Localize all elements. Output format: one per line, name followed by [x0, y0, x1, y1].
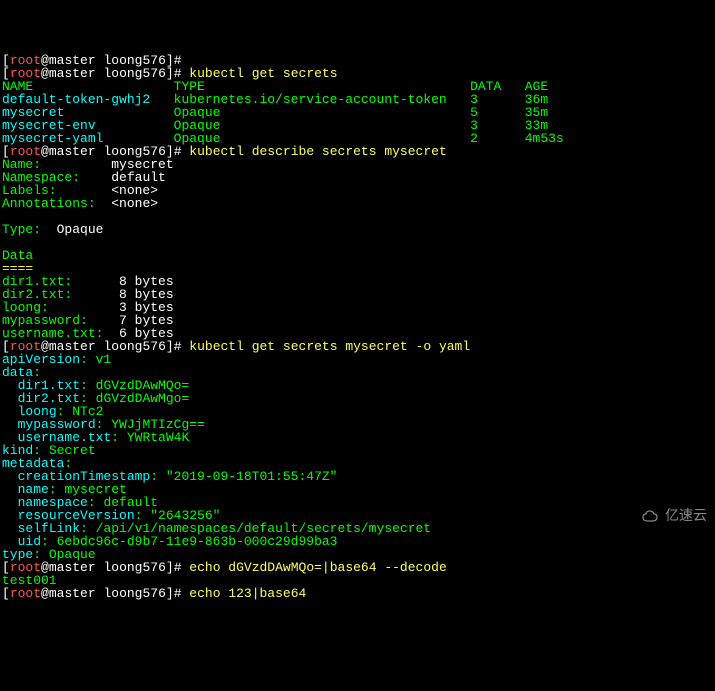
- prompt-line-5: [root@master loong576]#: [2, 586, 189, 601]
- command-4: echo dGVzdDAwMQo=|base64 --decode: [189, 560, 446, 575]
- command-2: kubectl describe secrets mysecret: [189, 144, 446, 159]
- command-5[interactable]: echo 123|base64: [189, 586, 306, 601]
- terminal-output: [root@master loong576]# [root@master loo…: [2, 54, 713, 600]
- logo-icon: [641, 509, 661, 523]
- describe-type: Type: Opaque: [2, 222, 103, 237]
- watermark: 亿速云: [633, 494, 707, 523]
- command-3: kubectl get secrets mysecret -o yaml: [189, 339, 470, 354]
- describe-annotations: Annotations: <none>: [2, 196, 158, 211]
